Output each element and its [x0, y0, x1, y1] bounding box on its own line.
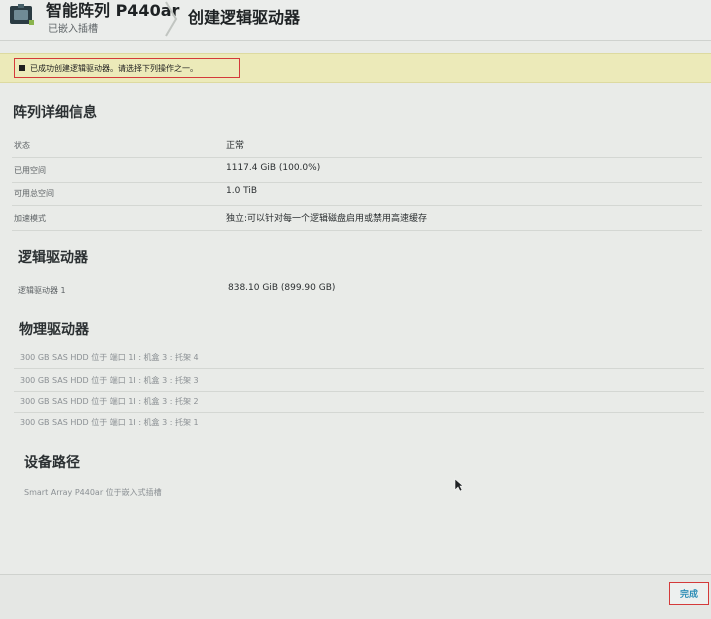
success-banner: 已成功创建逻辑驱动器。请选择下列操作之一。 — [0, 53, 711, 83]
physical-drive-label: 300 GB SAS HDD 位于 端口 1I : 机盒 3 : 托架 3 — [20, 376, 199, 385]
array-detail-value: 正常 — [226, 141, 245, 151]
device-path-title: 设备路径 — [24, 455, 80, 471]
success-message: 已成功创建逻辑驱动器。请选择下列操作之一。 — [30, 63, 198, 73]
physical-drive-label: 300 GB SAS HDD 位于 端口 1I : 机盒 3 : 托架 2 — [20, 397, 199, 406]
array-detail-row: 加速模式 独立:可以针对每一个逻辑磁盘启用或禁用高速缓存 — [12, 208, 702, 231]
success-indicator-icon — [19, 65, 25, 71]
physical-drives-title: 物理驱动器 — [19, 322, 89, 338]
array-detail-label: 状态 — [14, 141, 30, 150]
array-detail-value: 1.0 TiB — [226, 186, 258, 196]
array-details-title: 阵列详细信息 — [13, 105, 97, 121]
page-title: 创建逻辑驱动器 — [188, 8, 301, 27]
array-detail-row: 已用空间 1117.4 GiB (100.0%) — [12, 160, 702, 183]
main-content: 阵列详细信息 状态 正常 已用空间 1117.4 GiB (100.0%) 可用… — [0, 82, 711, 582]
success-message-box: 已成功创建逻辑驱动器。请选择下列操作之一。 — [14, 58, 240, 78]
logical-drives-title: 逻辑驱动器 — [18, 250, 88, 266]
logical-drive-value: 838.10 GiB (899.90 GB) — [228, 283, 336, 293]
physical-drive-row[interactable]: 300 GB SAS HDD 位于 端口 1I : 机盒 3 : 托架 1 — [14, 413, 704, 433]
array-detail-label: 加速模式 — [14, 214, 46, 223]
physical-drive-row[interactable]: 300 GB SAS HDD 位于 端口 1I : 机盒 3 : 托架 2 — [14, 392, 704, 413]
physical-drive-row[interactable]: 300 GB SAS HDD 位于 端口 1I : 机盒 3 : 托架 4 — [14, 348, 704, 369]
logical-drive-label: 逻辑驱动器 1 — [18, 286, 66, 295]
breadcrumb-controller-subtitle: 已嵌入插槽 — [48, 24, 98, 35]
physical-drive-label: 300 GB SAS HDD 位于 端口 1I : 机盒 3 : 托架 1 — [20, 418, 199, 427]
mouse-pointer-icon — [454, 478, 464, 492]
array-detail-value: 1117.4 GiB (100.0%) — [226, 163, 321, 173]
device-path-value: Smart Array P440ar 位于嵌入式插槽 — [24, 488, 162, 497]
array-detail-label: 已用空间 — [14, 166, 46, 175]
breadcrumb-separator-icon — [165, 1, 178, 37]
array-detail-value: 独立:可以针对每一个逻辑磁盘启用或禁用高速缓存 — [226, 214, 428, 224]
logical-drive-row[interactable]: 逻辑驱动器 1 838.10 GiB (899.90 GB) — [12, 280, 702, 302]
footer-bar — [0, 574, 711, 619]
physical-drive-row[interactable]: 300 GB SAS HDD 位于 端口 1I : 机盒 3 : 托架 3 — [14, 371, 704, 392]
array-detail-row: 状态 正常 — [12, 135, 702, 158]
finish-button[interactable]: 完成 — [669, 582, 709, 605]
header-bar: 智能阵列 P440ar 已嵌入插槽 创建逻辑驱动器 — [0, 0, 711, 41]
array-detail-row: 可用总空间 1.0 TiB — [12, 183, 702, 206]
array-detail-label: 可用总空间 — [14, 189, 54, 198]
controller-icon — [10, 4, 34, 25]
physical-drive-label: 300 GB SAS HDD 位于 端口 1I : 机盒 3 : 托架 4 — [20, 353, 199, 362]
